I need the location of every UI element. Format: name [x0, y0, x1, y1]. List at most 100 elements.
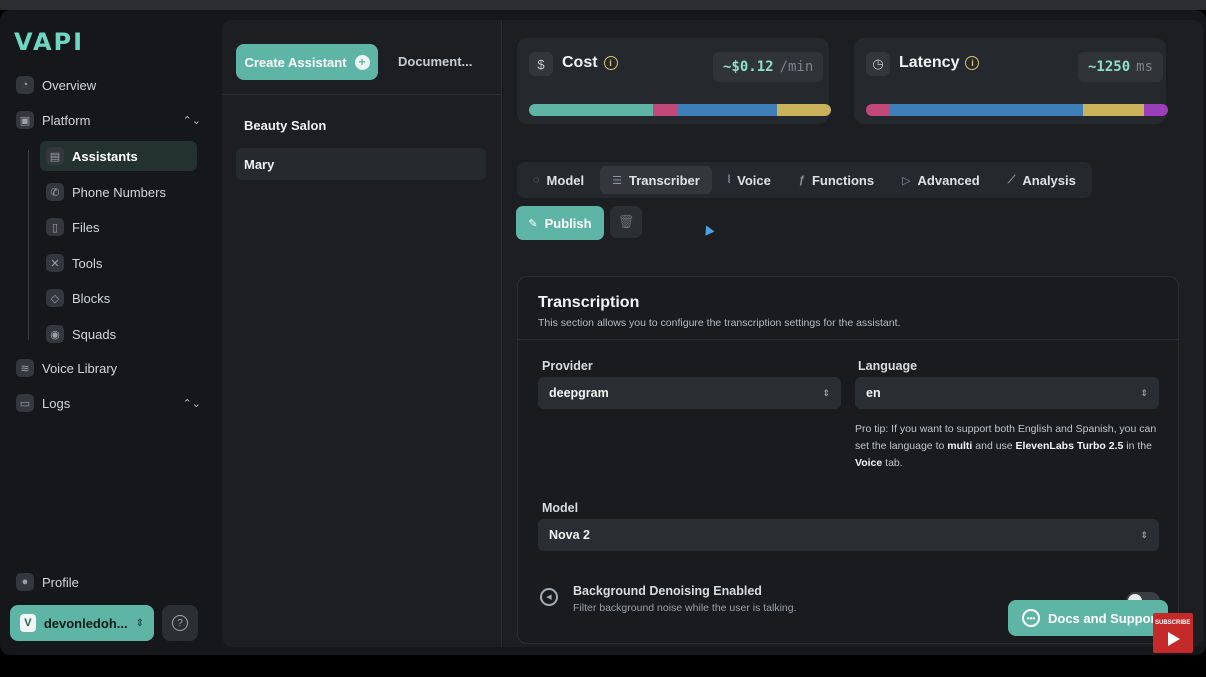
transcription-title: Transcription: [538, 294, 640, 311]
tip-multi: multi: [947, 440, 973, 452]
help-icon: ?: [172, 615, 188, 631]
sidebar-item-assistants[interactable]: ▤ Assistants: [40, 141, 197, 171]
bar-segment: [776, 104, 831, 116]
chevron-updown-icon: ⇕: [822, 387, 830, 398]
cost-unit: /min: [779, 59, 814, 75]
subscribe-overlay[interactable]: SUBSCRIBE: [1153, 613, 1193, 653]
info-icon[interactable]: i: [965, 56, 980, 70]
user-icon: ●: [16, 573, 34, 591]
tip-elevenlabs: ElevenLabs Turbo 2.5: [1015, 440, 1124, 452]
org-avatar: V: [20, 614, 36, 632]
assistant-icon: ▤: [46, 147, 64, 165]
chevron-updown-icon: ⌃⌄: [182, 114, 201, 127]
play-icon: [1168, 632, 1180, 646]
assistant-list-item[interactable]: Beauty Salon: [236, 109, 486, 141]
language-label: Language: [858, 359, 918, 373]
tip-voice: Voice: [855, 457, 883, 469]
cost-value: ~$0.12 /min: [713, 52, 824, 82]
sidebar-item-phone-numbers[interactable]: ✆ Phone Numbers: [40, 177, 197, 207]
bar-segment: [866, 104, 891, 116]
editor-tabs: ◌ Model ☰ Transcriber ⦚ Voice ƒ Functions ▷ A…: [517, 162, 1092, 198]
sidebar-item-tools[interactable]: ✕ Tools: [40, 248, 197, 278]
help-button[interactable]: ?: [162, 605, 198, 641]
docs-and-support-button[interactable]: ••• Docs and Support: [1008, 600, 1168, 636]
model-value: Nova 2: [549, 528, 590, 542]
sidebar-item-squads[interactable]: ◉ Squads: [40, 319, 197, 349]
tab-analysis[interactable]: ⟋ Analysis: [996, 166, 1088, 194]
nav-logs[interactable]: ▭ Logs ⌃⌄: [16, 389, 201, 417]
chevron-updown-icon: ⇕: [1140, 529, 1148, 540]
nav-overview-label: Overview: [42, 77, 97, 93]
documents-tab[interactable]: Document...: [398, 54, 472, 69]
info-icon[interactable]: i: [603, 56, 618, 70]
nav-overview[interactable]: ◔ Overview: [16, 71, 201, 99]
cost-breakdown-bar[interactable]: [529, 104, 831, 116]
sidebar-item-blocks[interactable]: ◇ Blocks: [40, 283, 197, 313]
sidebar-item-label: Assistants: [72, 148, 138, 164]
assistant-editor: $ Cost i ~$0.12 /min ◷ Latency i ~1250 m…: [503, 20, 1203, 647]
model-label: Model: [542, 501, 579, 515]
assistant-list-item-active[interactable]: Mary: [236, 148, 486, 180]
denoise-icon: ◀: [540, 588, 558, 606]
model-select[interactable]: Nova 2 ⇕: [538, 519, 1159, 551]
tab-label: Transcriber: [628, 172, 700, 188]
denoise-title: Background Denoising Enabled: [573, 584, 762, 598]
tab-label: Analysis: [1022, 172, 1076, 188]
tab-voice[interactable]: ⦚ Voice: [716, 166, 783, 194]
latency-card: ◷ Latency i ~1250 ms: [854, 38, 1168, 124]
tip-text: and use: [972, 440, 1016, 452]
language-value: en: [866, 386, 881, 400]
bar-segment: [1083, 104, 1144, 116]
app-window: VAPI ◔ Overview ▣ Platform ⌃⌄ ▤ Assistan…: [0, 10, 1206, 655]
chat-icon: ◌: [533, 174, 540, 186]
overview-icon: ◔: [16, 76, 34, 94]
org-name: devonledoh...: [43, 615, 128, 631]
assistants-panel: Create Assistant + Document... Beauty Sa…: [222, 20, 502, 647]
nav-voice-library[interactable]: ≋ Voice Library: [16, 354, 201, 382]
cost-label: Cost i: [562, 54, 618, 72]
cost-card: $ Cost i ~$0.12 /min: [517, 38, 831, 124]
publish-button[interactable]: ✎ Publish: [516, 206, 604, 240]
provider-label: Provider: [542, 359, 593, 373]
subscribe-text: SUBSCRIBE: [1155, 620, 1191, 626]
nav-profile[interactable]: ● Profile: [16, 568, 201, 596]
bar-segment: [529, 104, 653, 116]
nav-platform[interactable]: ▣ Platform ⌃⌄: [16, 106, 201, 134]
delete-button[interactable]: 🗑: [610, 206, 642, 238]
waveform-icon: ≋: [16, 359, 34, 377]
phone-icon: ✆: [46, 183, 64, 201]
sidebar: VAPI ◔ Overview ▣ Platform ⌃⌄ ▤ Assistan…: [0, 10, 215, 655]
tab-transcriber[interactable]: ☰ Transcriber: [600, 166, 712, 194]
latency-number: ~1250: [1088, 59, 1131, 75]
provider-select[interactable]: deepgram ⇕: [538, 377, 841, 409]
tab-functions[interactable]: ƒ Functions: [787, 166, 886, 194]
trash-icon: 🗑: [617, 214, 635, 229]
create-assistant-button[interactable]: Create Assistant +: [236, 44, 378, 80]
tab-label: Advanced: [917, 172, 980, 188]
language-select[interactable]: en ⇕: [855, 377, 1159, 409]
provider-value: deepgram: [549, 386, 609, 400]
chart-line-icon: ⟋: [1007, 173, 1016, 186]
org-switcher[interactable]: V devonledoh... ⇕: [10, 605, 154, 641]
tab-advanced[interactable]: ▷ Advanced: [890, 166, 992, 194]
tab-label: Model: [546, 172, 585, 188]
chat-bubble-icon: •••: [1022, 609, 1040, 627]
sidebar-item-label: Squads: [72, 326, 117, 342]
vapi-logo: VAPI: [14, 28, 85, 56]
chevron-updown-icon: ⌃⌄: [182, 397, 201, 410]
transcription-card: Transcription This section allows you to…: [517, 276, 1179, 644]
sidebar-item-files[interactable]: ▯ Files: [40, 212, 197, 242]
denoise-description: Filter background noise while the user i…: [573, 602, 797, 614]
play-circle-icon: ▷: [902, 174, 911, 187]
window-top-bar: [0, 0, 1206, 10]
chevron-updown-icon: ⇕: [1140, 387, 1148, 398]
nav-logs-label: Logs: [42, 395, 71, 411]
sidebar-item-label: Blocks: [72, 290, 111, 306]
tab-model[interactable]: ◌ Model: [521, 166, 596, 194]
inbox-icon: ▭: [16, 394, 34, 412]
tab-label: Functions: [811, 172, 875, 188]
latency-breakdown-bar[interactable]: [866, 104, 1168, 116]
tools-icon: ✕: [46, 254, 64, 272]
tip-text: in the: [1123, 440, 1152, 452]
nav-voice-library-label: Voice Library: [42, 360, 118, 376]
